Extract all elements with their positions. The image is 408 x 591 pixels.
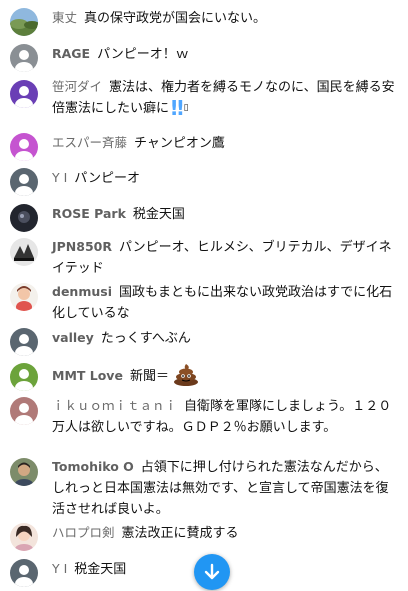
author-avatar[interactable] [10, 523, 38, 551]
chat-message-list[interactable]: 東丈 真の保守政党が国会にいない。 RAGE パンピーオ！ｗ 笹河ダイ 憲法は、権力者… [0, 0, 408, 591]
author-name[interactable]: 東丈 [52, 10, 77, 25]
chat-message: MMT Love 新聞＝ [0, 362, 408, 391]
message-text: チャンピオン鷹 [134, 136, 225, 151]
author-avatar[interactable] [10, 397, 38, 425]
chat-message: ROSE Park 税金天国 [0, 203, 408, 232]
author-name[interactable]: MMT Love [52, 368, 123, 383]
chat-message: valley たっくすへぶん [0, 327, 408, 356]
message-text: パンピーオ [74, 171, 140, 186]
author-name[interactable]: ｉｋｕｏｍｉｔａｎｉ [52, 398, 177, 413]
author-avatar[interactable] [10, 44, 38, 72]
chat-message: 笹河ダイ 憲法は、権力者を縛るモノなのに、国民を縛る安倍憲法にしたい癖に ‼▯ [0, 76, 408, 119]
author-name[interactable]: RAGE [52, 46, 90, 61]
author-avatar[interactable] [10, 328, 38, 356]
author-avatar[interactable] [10, 8, 38, 36]
message-text: 税金天国 [132, 207, 185, 222]
message-text: 税金天国 [74, 562, 127, 577]
chat-message: ハロプロ剣 憲法改正に賛成する [0, 522, 408, 551]
author-name[interactable]: Tomohiko O [52, 459, 134, 474]
arrow-down-icon [204, 563, 220, 580]
small-emoji-icon: ▯ [183, 103, 189, 113]
author-avatar[interactable] [10, 363, 38, 391]
message-text: 新聞＝ [129, 369, 169, 384]
author-name[interactable]: valley [52, 330, 94, 345]
chat-message: 東丈 真の保守政党が国会にいない。 [0, 7, 408, 36]
message-text: たっくすへぶん [100, 331, 191, 346]
author-name[interactable]: denmusi [52, 284, 112, 299]
author-avatar[interactable] [10, 133, 38, 161]
author-avatar[interactable] [10, 168, 38, 196]
scroll-to-bottom-button[interactable] [194, 554, 230, 590]
author-avatar[interactable] [10, 458, 38, 486]
author-avatar[interactable] [10, 283, 38, 311]
author-avatar[interactable] [10, 238, 38, 266]
message-text: パンピーオ！ｗ [97, 47, 189, 62]
message-text: 真の保守政党が国会にいない。 [84, 11, 267, 26]
author-name[interactable]: Y I [52, 561, 67, 576]
chat-message: JPN850R パンピーオ、ヒルメシ、ブリテカル、デザイネイテッド [0, 236, 408, 279]
double-exclamation-icon: ‼ [171, 96, 184, 120]
message-text: 憲法は、権力者を縛るモノなのに、国民を縛る安倍憲法にしたい癖に [52, 80, 395, 116]
author-name[interactable]: ハロプロ剣 [52, 525, 115, 540]
message-text: 憲法改正に賛成する [121, 526, 239, 541]
author-name[interactable]: JPN850R [52, 239, 112, 254]
author-name[interactable]: エスパー斉藤 [52, 135, 127, 150]
chat-message: エスパー斉藤 チャンピオン鷹 [0, 132, 408, 161]
chat-message: Y I パンピーオ [0, 167, 408, 196]
poop-emoji-icon [173, 362, 199, 386]
author-name[interactable]: Y I [52, 170, 67, 185]
chat-message: Tomohiko O 占領下に押し付けられた憲法なんだから、しれっと日本国憲法は無… [0, 456, 408, 520]
chat-message: denmusi 国政もまともに出来ない政党政治はすでに化石化しているな [0, 281, 408, 324]
chat-message: ｉｋｕｏｍｉｔａｎｉ 自衛隊を軍隊にしましょう。１２０万人は欲しいですね。ＧＤＰ２… [0, 395, 408, 438]
author-avatar[interactable] [10, 80, 38, 108]
author-avatar[interactable] [10, 559, 38, 587]
author-name[interactable]: 笹河ダイ [52, 79, 102, 94]
author-avatar[interactable] [10, 204, 38, 232]
author-name[interactable]: ROSE Park [52, 206, 126, 221]
chat-message: RAGE パンピーオ！ｗ [0, 43, 408, 72]
